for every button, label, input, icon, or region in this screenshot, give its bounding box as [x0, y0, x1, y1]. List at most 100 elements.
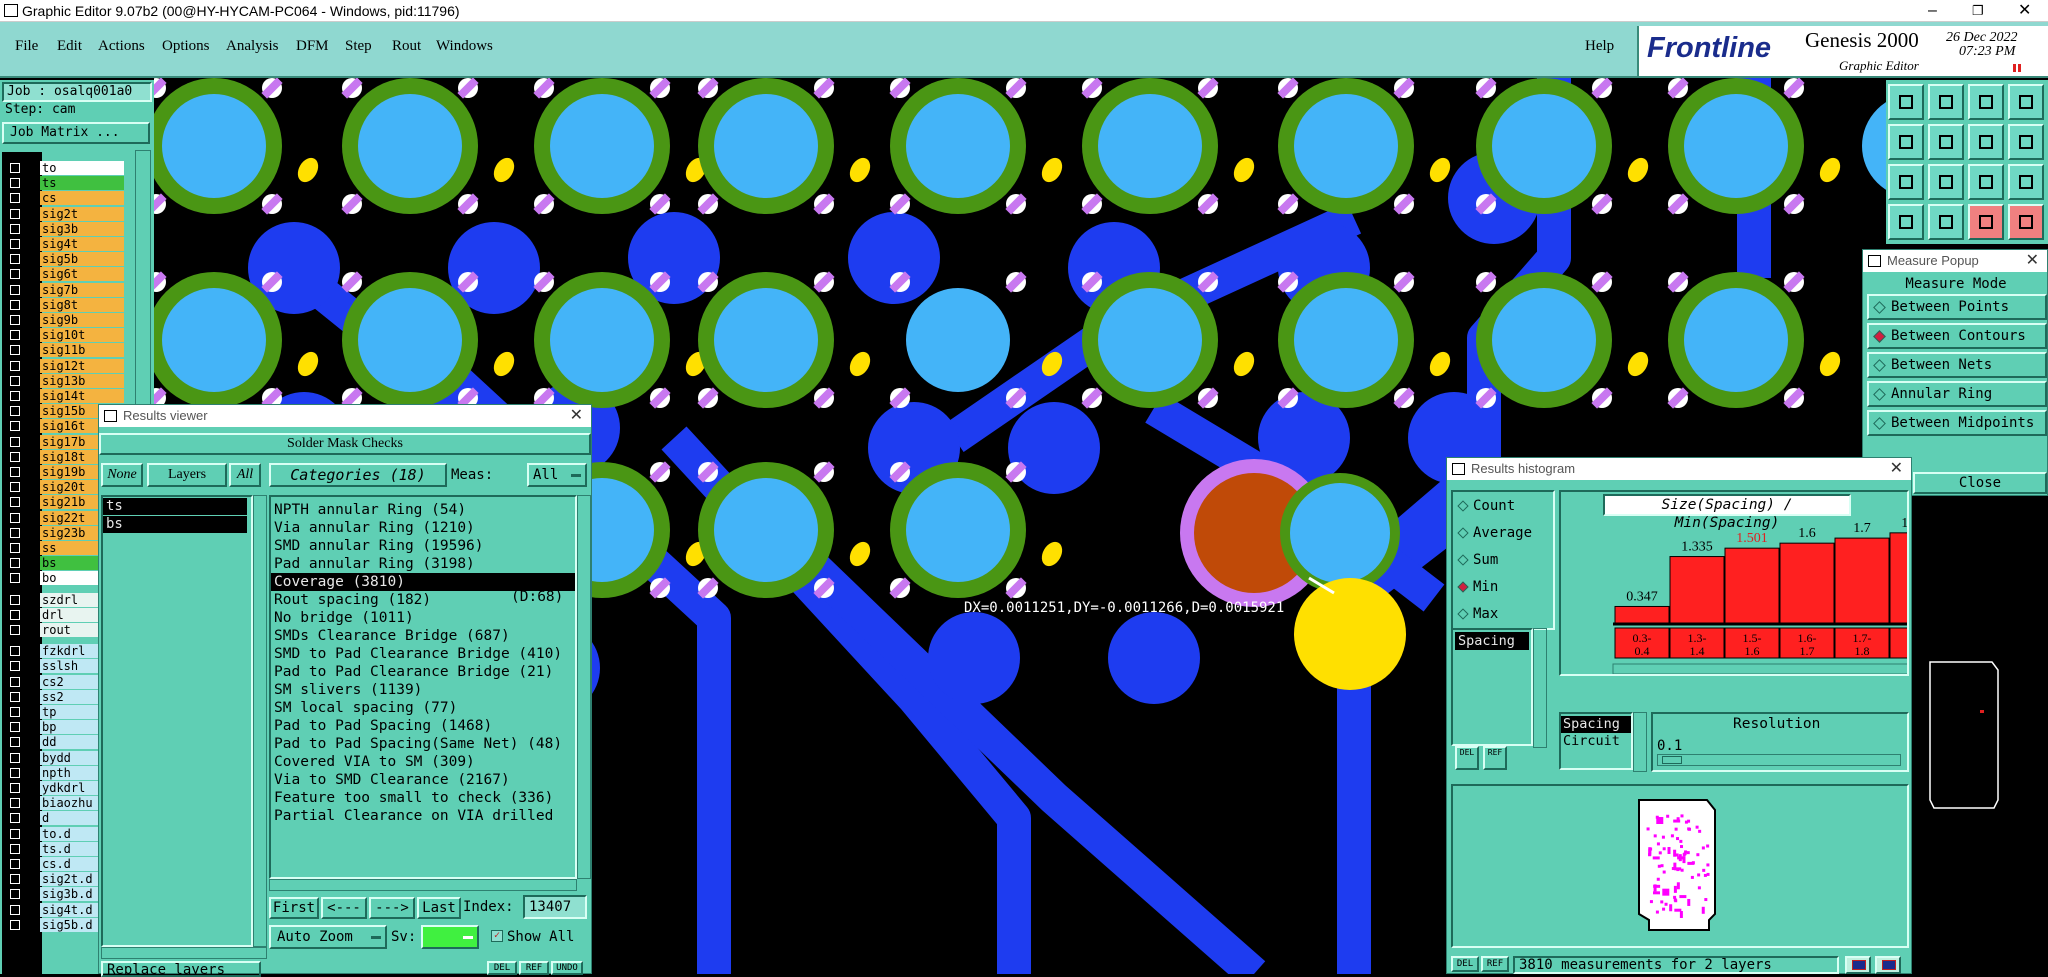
download-icon[interactable] — [1928, 84, 1964, 120]
layer-checkbox[interactable] — [10, 676, 20, 687]
layer-checkbox[interactable] — [10, 512, 20, 523]
layer-checkbox[interactable] — [10, 223, 20, 234]
index-input[interactable]: 13407 — [523, 895, 587, 919]
export-icon[interactable] — [1928, 124, 1964, 160]
check-item[interactable]: SMD annular Ring (19596) — [271, 537, 575, 555]
hist-ref-button[interactable]: REF — [1483, 746, 1507, 770]
layer-checkbox[interactable] — [10, 707, 20, 717]
spacing-list[interactable]: Spacing — [1451, 628, 1533, 746]
menu-help[interactable]: Help — [1585, 38, 1614, 55]
categories-button[interactable]: Categories (18) — [269, 463, 447, 487]
check-item[interactable]: Pad annular Ring (3198) — [271, 555, 575, 573]
route-icon[interactable] — [2008, 124, 2044, 160]
help-icon[interactable] — [2008, 164, 2044, 200]
slider-thumb[interactable] — [1662, 756, 1682, 764]
layer-checkbox[interactable] — [10, 239, 20, 249]
status-del-button[interactable]: DEL — [1451, 956, 1479, 972]
check-item[interactable]: SM local spacing (77) — [271, 699, 575, 717]
layer-row-sig8t[interactable]: sig8t — [0, 297, 154, 313]
layer-checkbox[interactable] — [10, 609, 20, 620]
layer-row-ts[interactable]: ts — [0, 175, 154, 191]
auto-zoom-dropdown[interactable]: Auto Zoom — [269, 925, 387, 949]
stat-option[interactable]: Min — [1453, 577, 1553, 599]
check-item[interactable]: NPTH annular Ring (54) — [271, 501, 575, 519]
check-item[interactable]: Via to SMD Clearance (2167) — [271, 771, 575, 789]
close-icon[interactable]: ✕ — [570, 405, 583, 427]
stat-option[interactable]: Max — [1453, 604, 1553, 626]
layer-checkbox[interactable] — [10, 813, 20, 824]
menu-step[interactable]: Step — [345, 38, 372, 55]
measure-option[interactable]: Between Contours — [1867, 323, 2047, 349]
check-item[interactable]: SMD to Pad Clearance Bridge (410) — [271, 645, 575, 663]
layer-checkbox[interactable] — [10, 625, 20, 635]
close-icon[interactable]: ✕ — [2026, 250, 2039, 272]
menu-file[interactable]: File — [15, 38, 38, 55]
layer-row-sig11b[interactable]: sig11b — [0, 342, 154, 358]
check-item[interactable]: SMDs Clearance Bridge (687) — [271, 627, 575, 645]
layer-checkbox[interactable] — [10, 178, 20, 189]
layer-checkbox[interactable] — [10, 375, 20, 386]
measure-option[interactable]: Between Nets — [1867, 352, 2047, 378]
stat-option[interactable]: Sum — [1453, 550, 1553, 572]
menu-windows[interactable]: Windows — [436, 38, 493, 55]
del-button[interactable]: DEL — [487, 961, 517, 975]
checks-scrollbar-v[interactable] — [577, 495, 591, 879]
layer-checkbox[interactable] — [10, 828, 20, 839]
layer-row-sig13b[interactable]: sig13b — [0, 373, 154, 389]
check-item[interactable]: Partial Clearance on VIA drilled — [271, 807, 575, 825]
prev-button[interactable]: <--- — [321, 897, 367, 919]
checks-list[interactable]: NPTH annular Ring (54) Via annular Ring (… — [269, 495, 577, 879]
spacing-group[interactable]: Spacing — [1561, 716, 1631, 733]
measure-option[interactable]: Annular Ring — [1867, 381, 2047, 407]
window-icon[interactable] — [2008, 84, 2044, 120]
layer-checkbox[interactable] — [10, 482, 20, 493]
group-list[interactable]: Spacing Circuit — [1559, 712, 1633, 770]
layer-checkbox[interactable] — [10, 874, 20, 885]
status-icon-button-1[interactable] — [1845, 956, 1871, 974]
layer-row-sig3b[interactable]: sig3b — [0, 221, 154, 237]
layer-checkbox[interactable] — [10, 527, 20, 538]
layer-checkbox[interactable] — [10, 299, 20, 310]
layer-checkbox[interactable] — [10, 889, 20, 900]
netlist-icon[interactable] — [1968, 204, 2004, 240]
layer-checkbox[interactable] — [10, 360, 20, 371]
layer-list-scrollbar-v[interactable] — [253, 495, 267, 947]
layer-row-sig9b[interactable]: sig9b — [0, 312, 154, 328]
result-layer-ts[interactable]: ts — [103, 498, 247, 515]
board-minimap[interactable] — [1453, 786, 1907, 946]
layers-button[interactable]: Layers — [147, 463, 227, 487]
layer-checkbox[interactable] — [10, 436, 20, 447]
layer-checkbox[interactable] — [10, 573, 20, 584]
none-button[interactable]: None — [101, 463, 143, 487]
layer-checkbox[interactable] — [10, 558, 20, 569]
layer-checkbox[interactable] — [10, 843, 20, 854]
all-button[interactable]: All — [229, 463, 261, 487]
check-item[interactable]: Via annular Ring (1210) — [271, 519, 575, 537]
layer-checkbox[interactable] — [10, 904, 20, 915]
menu-actions[interactable]: Actions — [98, 38, 145, 55]
layer-checkbox[interactable] — [10, 254, 20, 265]
check-item[interactable]: Feature too small to check (336) — [271, 789, 575, 807]
status-ref-button[interactable]: REF — [1481, 956, 1509, 972]
zoom-fit-icon[interactable] — [1888, 164, 1924, 200]
layer-checkbox[interactable] — [10, 783, 20, 793]
measure-option[interactable]: Between Points — [1867, 294, 2047, 320]
menu-analysis[interactable]: Analysis — [226, 38, 279, 55]
layer-list-scrollbar-h[interactable] — [101, 947, 267, 959]
first-button[interactable]: First — [269, 897, 319, 919]
minimap-panel[interactable] — [1451, 784, 1909, 948]
layer-checkbox[interactable] — [10, 193, 20, 204]
layer-checkbox[interactable] — [10, 722, 20, 733]
layer-checkbox[interactable] — [10, 691, 20, 702]
layer-checkbox[interactable] — [10, 594, 20, 605]
measure-close-button[interactable]: Close — [1913, 472, 2047, 494]
settings-icon[interactable] — [1888, 204, 1924, 240]
layer-row-cs[interactable]: cs — [0, 190, 154, 206]
scale-icon[interactable] — [1968, 164, 2004, 200]
measure-option[interactable]: Between Midpoints — [1867, 410, 2047, 436]
last-button[interactable]: Last — [417, 897, 461, 919]
close-icon[interactable]: ✕ — [1890, 458, 1903, 480]
layer-checkbox[interactable] — [10, 798, 20, 809]
menu-dfm[interactable]: DFM — [296, 38, 329, 55]
meas-dropdown[interactable]: All — [527, 463, 587, 487]
